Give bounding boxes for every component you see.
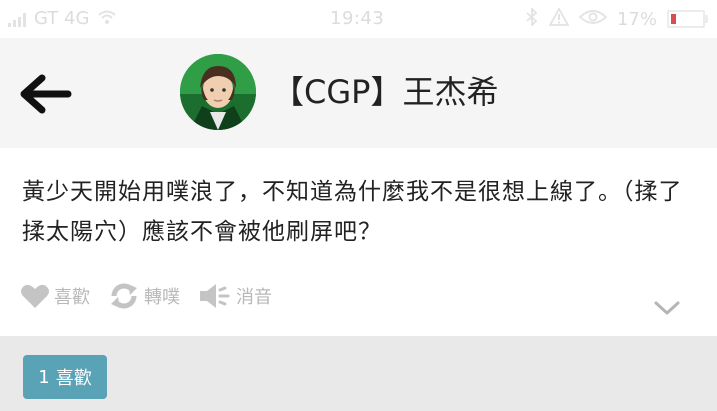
signal-icon <box>8 11 26 27</box>
post-content: 黃少天開始用噗浪了，不知道為什麼我不是很想上線了。（揉了揉太陽穴）應該不會被他刷… <box>22 179 683 245</box>
reblog-label: 轉噗 <box>144 287 180 308</box>
status-bar: GT 4G 19:43 17% <box>0 0 717 38</box>
alert-icon <box>548 7 570 30</box>
plurk-page: GT 4G 19:43 17% 【CGP】王杰希 黃少天開始用噗浪了，不知道為什… <box>0 0 717 411</box>
likes-count-button[interactable]: 1 喜歡 <box>23 355 107 399</box>
likes-count: 1 <box>38 366 50 388</box>
battery-percent: 17% <box>616 8 657 30</box>
carrier-label: GT 4G <box>34 8 90 29</box>
arrow-left-icon[interactable] <box>18 72 72 116</box>
speaker-mute-icon <box>198 282 232 310</box>
status-time: 19:43 <box>330 8 385 29</box>
likes-label: 喜歡 <box>55 368 92 389</box>
wifi-icon <box>97 9 117 29</box>
like-button[interactable]: 喜歡 <box>20 283 90 309</box>
like-label: 喜歡 <box>54 287 90 308</box>
status-left: GT 4G <box>8 8 117 29</box>
status-right: 17% <box>525 6 708 30</box>
footer-bar: 1 喜歡 <box>0 336 717 411</box>
refresh-icon <box>108 282 140 310</box>
heart-icon <box>20 283 50 309</box>
eye-icon <box>578 9 608 29</box>
post-actions: 喜歡 轉噗 消音 <box>20 282 272 310</box>
avatar[interactable] <box>180 54 256 130</box>
battery-icon <box>667 10 708 28</box>
reblog-button[interactable]: 轉噗 <box>108 282 180 310</box>
plurk-post: 黃少天開始用噗浪了，不知道為什麼我不是很想上線了。（揉了揉太陽穴）應該不會被他刷… <box>0 148 717 336</box>
chevron-down-icon[interactable] <box>653 298 681 318</box>
header: 【CGP】王杰希 <box>0 38 717 148</box>
mute-button[interactable]: 消音 <box>198 282 272 310</box>
mute-label: 消音 <box>236 287 272 308</box>
page-title: 【CGP】王杰希 <box>272 73 499 111</box>
bluetooth-icon <box>525 6 539 30</box>
